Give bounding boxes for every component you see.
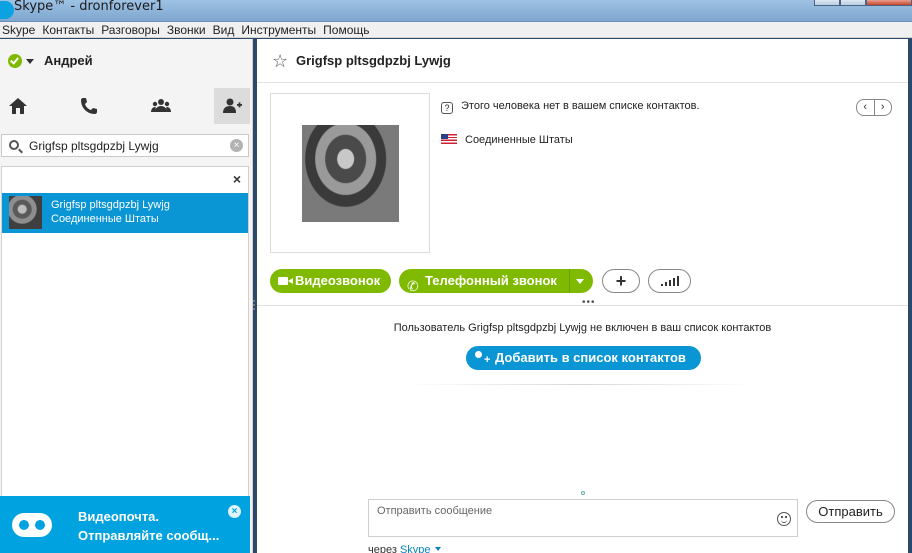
message-input[interactable] <box>369 500 769 522</box>
promo-title: Видеопочта. <box>78 509 160 524</box>
star-icon[interactable]: ☆ <box>272 51 288 72</box>
promo-subtitle: Отправляйте сообщ... <box>78 528 220 543</box>
next-arrow-icon[interactable]: › <box>875 100 892 115</box>
country-text: Соединенные Штаты <box>465 134 573 146</box>
phone-icon: ✆ <box>407 278 419 294</box>
send-via[interactable]: через Skype <box>368 544 441 553</box>
menu-help[interactable]: Помощь <box>323 22 376 37</box>
call-quality-button[interactable] <box>648 269 691 293</box>
contact-header: ☆ Grigfsp pltsgdpzbj Lywjg <box>257 39 908 83</box>
typing-indicator-icon <box>581 491 585 495</box>
add-contact-button[interactable] <box>214 88 250 124</box>
profile-photo <box>302 125 399 222</box>
chevron-down-icon[interactable] <box>26 59 34 64</box>
chevron-down-icon[interactable] <box>576 279 584 284</box>
send-button[interactable]: Отправить <box>806 500 895 523</box>
search-box[interactable]: Grigfsp pltsgdpzbj Lywjg × <box>1 134 249 157</box>
window-controls <box>814 0 912 6</box>
group-icon <box>151 99 171 112</box>
via-prefix: через <box>368 544 397 553</box>
not-in-list-text: Этого человека нет в вашем списке контак… <box>461 100 700 112</box>
not-in-contacts-notice: Пользователь Grigfsp pltsgdpzbj Lywjg не… <box>393 322 772 334</box>
avatar <box>9 196 42 229</box>
nav-toolbar <box>0 88 253 126</box>
emoticon-icon[interactable] <box>777 512 791 526</box>
window-title: Skype™ - dronforever1 <box>14 0 164 14</box>
video-call-button[interactable]: Видеозвонок <box>270 269 391 293</box>
phone-call-label: Телефонный звонок <box>425 273 557 288</box>
phone-icon <box>81 98 97 114</box>
menu-view[interactable]: Вид <box>213 22 242 37</box>
user-name[interactable]: Андрей <box>44 53 93 68</box>
menu-conversations[interactable]: Разговоры <box>101 22 167 37</box>
right-panel: ☆ Grigfsp pltsgdpzbj Lywjg ? Этого челове… <box>257 39 908 553</box>
via-service[interactable]: Skype <box>400 544 431 553</box>
video-call-label: Видеозвонок <box>295 273 381 288</box>
calls-button[interactable] <box>71 88 107 124</box>
add-to-contacts-button[interactable]: Добавить в список контактов <box>466 346 701 372</box>
video-message-promo[interactable]: Видеопочта. Отправляйте сообщ... × <box>0 496 250 553</box>
menu-contacts[interactable]: Контакты <box>42 22 101 37</box>
add-contact-icon <box>223 98 242 113</box>
skype-logo-icon <box>0 1 14 19</box>
menu-calls[interactable]: Звонки <box>167 22 213 37</box>
search-results: × Grigfsp pltsgdpzbj Lywjg Соединенные Ш… <box>1 166 249 528</box>
profile-pager: ‹ › <box>856 99 892 116</box>
close-window-button[interactable] <box>866 0 912 6</box>
menu-bar: Skype Контакты Разговоры Звонки Вид Инст… <box>0 22 912 38</box>
online-status-icon[interactable] <box>8 54 22 68</box>
close-results-icon[interactable]: × <box>233 171 241 187</box>
us-flag-icon <box>441 134 457 144</box>
add-contact-icon <box>475 348 490 372</box>
add-to-contacts-label: Добавить в список контактов <box>495 350 686 365</box>
menu-tools[interactable]: Инструменты <box>241 22 323 37</box>
panel-splitter[interactable] <box>253 300 256 312</box>
voicemail-icon <box>12 513 52 537</box>
left-panel: Андрей Grigfsp pltsgdpzbj Lywjg × × Grig… <box>0 39 253 553</box>
not-in-contacts-info: ? Этого человека нет в вашем списке конта… <box>441 100 700 114</box>
menu-skype[interactable]: Skype <box>0 22 42 37</box>
result-name: Grigfsp pltsgdpzbj Lywjg <box>51 199 170 211</box>
country-info: Соединенные Штаты <box>441 134 573 146</box>
signal-bars-icon <box>660 276 679 286</box>
chevron-down-icon[interactable] <box>434 547 441 551</box>
question-icon: ? <box>441 102 453 114</box>
profile-photo-frame <box>270 93 430 253</box>
user-status-row[interactable]: Андрей <box>0 39 253 83</box>
home-button[interactable] <box>0 88 36 124</box>
resize-handle[interactable]: ••• <box>582 297 596 308</box>
search-icon <box>9 140 19 150</box>
clear-search-icon[interactable]: × <box>230 139 243 152</box>
contacts-button[interactable] <box>143 88 179 124</box>
search-result-item[interactable]: Grigfsp pltsgdpzbj Lywjg Соединенные Шта… <box>2 193 248 233</box>
close-promo-icon[interactable]: × <box>228 505 241 518</box>
message-composer[interactable] <box>368 499 798 537</box>
prev-arrow-icon[interactable]: ‹ <box>857 100 875 115</box>
search-input[interactable]: Grigfsp pltsgdpzbj Lywjg <box>29 139 159 153</box>
plus-icon: + <box>615 270 627 291</box>
maximize-button[interactable] <box>840 0 866 6</box>
contact-title: Grigfsp pltsgdpzbj Lywjg <box>296 53 451 68</box>
video-camera-icon <box>278 277 293 285</box>
add-button[interactable]: + <box>602 269 640 293</box>
home-icon <box>9 98 27 114</box>
phone-call-button[interactable]: ✆ Телефонный звонок <box>399 269 593 294</box>
result-location: Соединенные Штаты <box>51 213 159 225</box>
title-bar: Skype™ - dronforever1 <box>0 0 912 22</box>
minimize-button[interactable] <box>814 0 840 6</box>
